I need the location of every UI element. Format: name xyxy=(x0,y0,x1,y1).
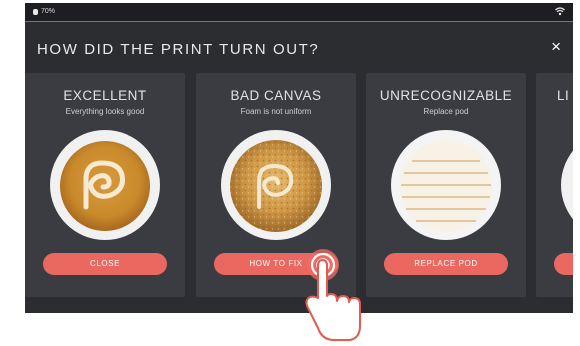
battery-icon xyxy=(33,8,38,15)
wifi-icon xyxy=(555,7,565,18)
card-title: LI xyxy=(557,88,570,103)
battery-level: 70% xyxy=(41,8,56,15)
latte-excellent-image xyxy=(50,130,160,240)
status-bar: 70% xyxy=(25,3,573,21)
card-title: EXCELLENT xyxy=(63,88,147,103)
card-unrecognizable[interactable]: UNRECOGNIZABLE Replace pod REPLACE POD xyxy=(366,73,526,297)
card-partial[interactable]: LI xyxy=(536,73,573,297)
card-subtitle: Everything looks good xyxy=(65,107,145,116)
page-title: HOW DID THE PRINT TURN OUT? xyxy=(37,41,320,58)
tap-hand-icon xyxy=(305,249,361,341)
card-excellent[interactable]: EXCELLENT Everything looks good CLOSE xyxy=(25,73,185,297)
latte-unrecognizable-image xyxy=(391,130,501,240)
close-icon[interactable]: × xyxy=(551,37,561,57)
card-subtitle: Replace pod xyxy=(423,107,469,116)
latte-bad-canvas-image xyxy=(221,130,331,240)
close-button[interactable]: CLOSE xyxy=(43,253,167,275)
card-title: UNRECOGNIZABLE xyxy=(379,88,513,103)
latte-partial-image xyxy=(561,150,573,220)
battery-indicator: 70% xyxy=(33,8,55,15)
card-title: BAD CANVAS xyxy=(230,88,322,103)
replace-pod-button[interactable]: REPLACE POD xyxy=(384,253,508,275)
partial-button[interactable] xyxy=(554,253,573,275)
status-divider xyxy=(25,21,573,22)
card-subtitle: Foam is not uniform xyxy=(240,107,312,116)
